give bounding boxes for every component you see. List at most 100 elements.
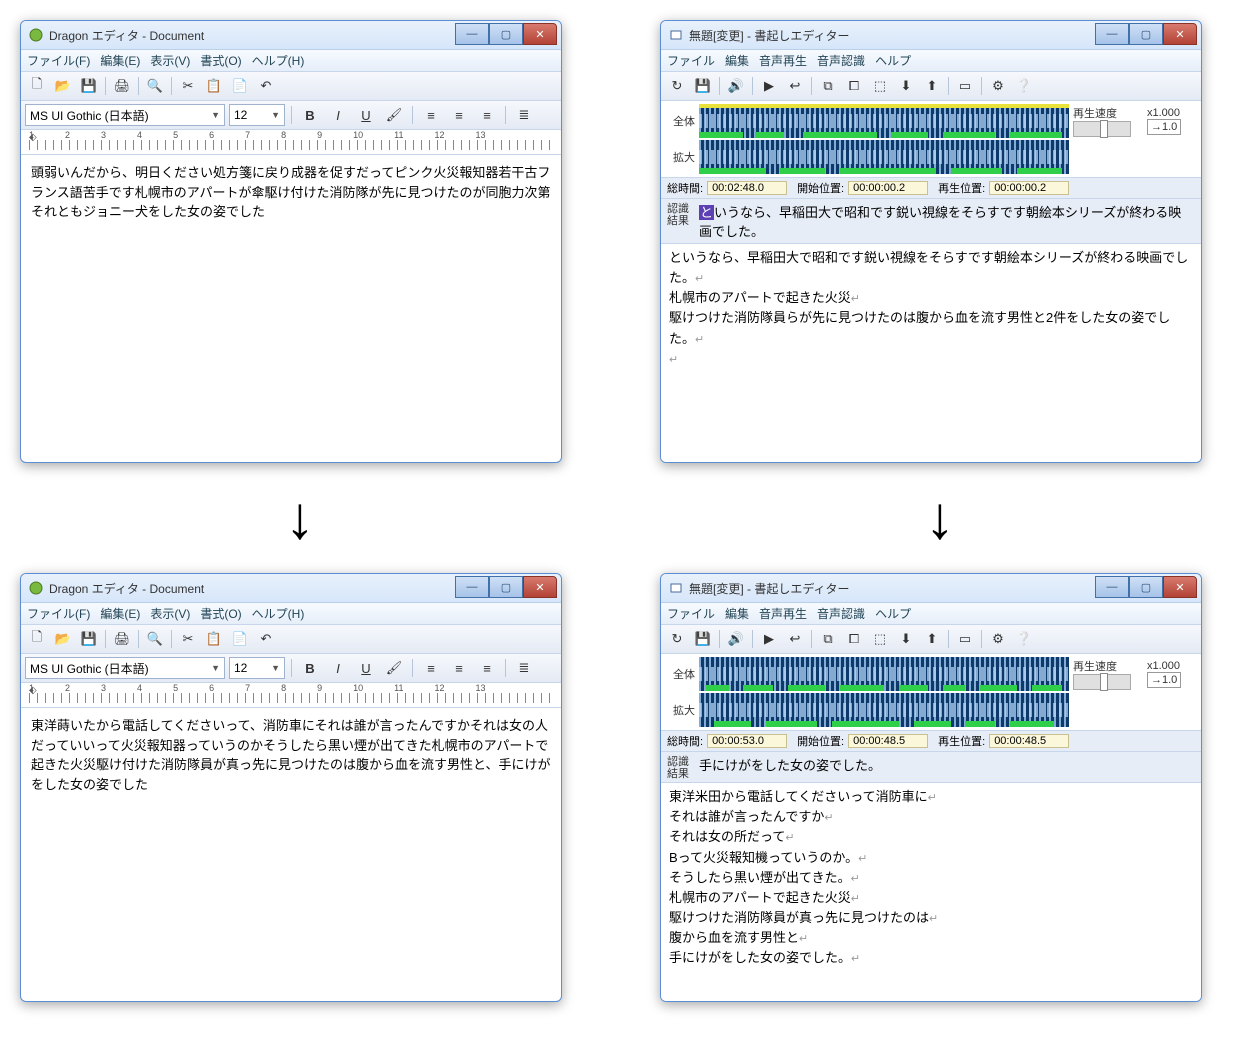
menu-view[interactable]: 表示(V) <box>150 605 190 622</box>
maximize-button[interactable]: ▢ <box>1129 576 1163 598</box>
menu-file[interactable]: ファイル <box>667 52 715 69</box>
gear-icon[interactable]: ⚙ <box>986 627 1010 651</box>
volume-icon[interactable]: 🔊 <box>724 627 748 651</box>
menu-file[interactable]: ファイル <box>667 605 715 622</box>
color-icon[interactable]: 🖌 <box>382 656 406 680</box>
print-icon[interactable]: 🖨 <box>110 74 134 98</box>
list-icon[interactable]: ≣ <box>512 103 536 127</box>
undo-icon[interactable]: ↶ <box>254 74 278 98</box>
italic-icon[interactable]: I <box>326 656 350 680</box>
underline-icon[interactable]: U <box>354 103 378 127</box>
mark1-icon[interactable]: ⧉ <box>816 74 840 98</box>
menu-edit[interactable]: 編集 <box>725 605 749 622</box>
menu-format[interactable]: 書式(O) <box>200 605 241 622</box>
ruler[interactable]: ⬖ 12345678910111213 <box>21 683 561 708</box>
font-name-combo[interactable]: MS UI Gothic (日本語)▼ <box>25 657 225 679</box>
mark2-icon[interactable]: ⧠ <box>842 627 866 651</box>
card-icon[interactable]: ▭ <box>953 627 977 651</box>
help-icon[interactable]: ❔ <box>1012 74 1036 98</box>
open-icon[interactable]: 📂 <box>51 74 75 98</box>
menu-play[interactable]: 音声再生 <box>759 605 807 622</box>
font-size-combo[interactable]: 12▼ <box>229 104 285 126</box>
transcript-content[interactable]: というなら、早稲田大で昭和です鋭い視線をそらすです朝絵本シリーズが終わる映画でし… <box>661 244 1201 462</box>
font-size-combo[interactable]: 12▼ <box>229 657 285 679</box>
ruler[interactable]: ⬖ 12345678910111213 <box>21 130 561 155</box>
volume-icon[interactable]: 🔊 <box>724 74 748 98</box>
bold-icon[interactable]: B <box>298 103 322 127</box>
help-icon[interactable]: ❔ <box>1012 627 1036 651</box>
menu-edit[interactable]: 編集 <box>725 52 749 69</box>
find-icon[interactable]: 🔍 <box>143 627 167 651</box>
bold-icon[interactable]: B <box>298 656 322 680</box>
play-icon[interactable]: ▶ <box>757 74 781 98</box>
menu-format[interactable]: 書式(O) <box>200 52 241 69</box>
close-button[interactable]: ✕ <box>523 23 557 45</box>
open-icon[interactable]: 📂 <box>51 627 75 651</box>
up-icon[interactable]: ⬆ <box>920 74 944 98</box>
titlebar[interactable]: Dragon エディタ - Document ― ▢ ✕ <box>21 574 561 603</box>
menu-help[interactable]: ヘルプ <box>875 605 911 622</box>
save-icon[interactable]: 💾 <box>77 74 101 98</box>
speed-slider[interactable] <box>1073 674 1131 690</box>
underline-icon[interactable]: U <box>354 656 378 680</box>
down-icon[interactable]: ⬇ <box>894 74 918 98</box>
cut-icon[interactable]: ✂ <box>176 74 200 98</box>
waveform-zoom[interactable] <box>699 140 1069 174</box>
menu-help[interactable]: ヘルプ <box>875 52 911 69</box>
play-icon[interactable]: ▶ <box>757 627 781 651</box>
menu-help[interactable]: ヘルプ(H) <box>252 605 305 622</box>
copy-icon[interactable]: 📋 <box>202 627 226 651</box>
mark3-icon[interactable]: ⬚ <box>868 74 892 98</box>
align-right-icon[interactable]: ≡ <box>475 656 499 680</box>
document-content[interactable]: 頭弱いんだから、明日ください処方箋に戻り成器を促すだってピンク火災報知器若干古フ… <box>21 155 561 381</box>
menu-edit[interactable]: 編集(E) <box>100 52 140 69</box>
list-icon[interactable]: ≣ <box>512 656 536 680</box>
menu-recog[interactable]: 音声認識 <box>817 605 865 622</box>
font-name-combo[interactable]: MS UI Gothic (日本語)▼ <box>25 104 225 126</box>
mark1-icon[interactable]: ⧉ <box>816 627 840 651</box>
reload-icon[interactable]: ↻ <box>665 627 689 651</box>
up-icon[interactable]: ⬆ <box>920 627 944 651</box>
align-left-icon[interactable]: ≡ <box>419 103 443 127</box>
speed-reset-button[interactable]: →1.0 <box>1147 672 1181 688</box>
reload-icon[interactable]: ↻ <box>665 74 689 98</box>
card-icon[interactable]: ▭ <box>953 74 977 98</box>
save-icon[interactable]: 💾 <box>77 627 101 651</box>
maximize-button[interactable]: ▢ <box>489 576 523 598</box>
maximize-button[interactable]: ▢ <box>489 23 523 45</box>
menu-edit[interactable]: 編集(E) <box>100 605 140 622</box>
titlebar[interactable]: 無題[変更] - 書起しエディター ― ▢ ✕ <box>661 574 1201 603</box>
down-icon[interactable]: ⬇ <box>894 627 918 651</box>
back-icon[interactable]: ↩ <box>783 627 807 651</box>
back-icon[interactable]: ↩ <box>783 74 807 98</box>
menu-play[interactable]: 音声再生 <box>759 52 807 69</box>
minimize-button[interactable]: ― <box>455 576 489 598</box>
copy-icon[interactable]: 📋 <box>202 74 226 98</box>
maximize-button[interactable]: ▢ <box>1129 23 1163 45</box>
align-right-icon[interactable]: ≡ <box>475 103 499 127</box>
menu-file[interactable]: ファイル(F) <box>27 605 90 622</box>
italic-icon[interactable]: I <box>326 103 350 127</box>
undo-icon[interactable]: ↶ <box>254 627 278 651</box>
align-left-icon[interactable]: ≡ <box>419 656 443 680</box>
waveform-overall[interactable] <box>699 104 1069 138</box>
menu-view[interactable]: 表示(V) <box>150 52 190 69</box>
mark3-icon[interactable]: ⬚ <box>868 627 892 651</box>
minimize-button[interactable]: ― <box>1095 576 1129 598</box>
recognition-text[interactable]: というなら、早稲田大で昭和です鋭い視線をそらすです朝絵本シリーズが終わる映画でし… <box>697 201 1195 241</box>
document-content[interactable]: 東洋蒔いたから電話してくださいって、消防車にそれは誰が言ったんですかそれは女の人… <box>21 708 561 934</box>
new-icon[interactable]: 🗋 <box>25 74 49 98</box>
speed-reset-button[interactable]: →1.0 <box>1147 119 1181 135</box>
close-button[interactable]: ✕ <box>1163 23 1197 45</box>
titlebar[interactable]: Dragon エディタ - Document ― ▢ ✕ <box>21 21 561 50</box>
cut-icon[interactable]: ✂ <box>176 627 200 651</box>
print-icon[interactable]: 🖨 <box>110 627 134 651</box>
color-icon[interactable]: 🖌 <box>382 103 406 127</box>
paste-icon[interactable]: 📄 <box>228 627 252 651</box>
menu-recog[interactable]: 音声認識 <box>817 52 865 69</box>
menu-file[interactable]: ファイル(F) <box>27 52 90 69</box>
mark2-icon[interactable]: ⧠ <box>842 74 866 98</box>
titlebar[interactable]: 無題[変更] - 書起しエディター ― ▢ ✕ <box>661 21 1201 50</box>
save-icon[interactable]: 💾 <box>691 74 715 98</box>
menu-help[interactable]: ヘルプ(H) <box>252 52 305 69</box>
